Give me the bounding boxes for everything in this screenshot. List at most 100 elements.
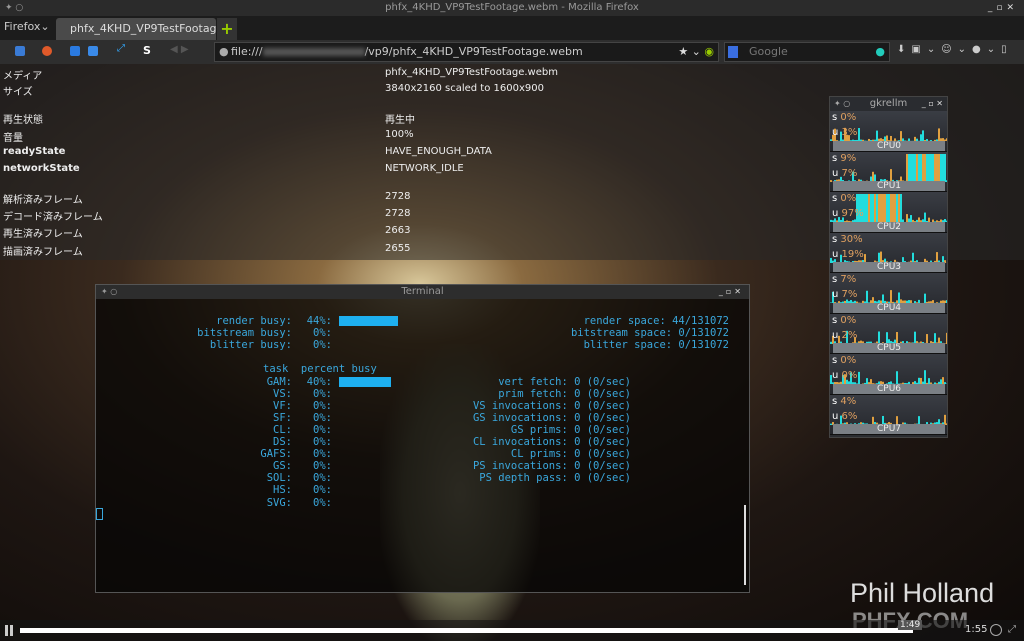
terminal-title: Terminal	[401, 286, 444, 297]
cpu-user-value: 2%	[841, 329, 858, 341]
cpu-graph-bar	[830, 139, 832, 141]
cpu-graph-bar	[874, 194, 876, 222]
space-line: blitter space: 0/131072	[583, 339, 729, 352]
cpu-graph-bar	[888, 194, 890, 222]
cpu-graph-bar	[932, 153, 934, 182]
task-pct: 0%:	[313, 399, 332, 412]
cpu-graph-bar	[882, 194, 884, 222]
stat-value: phfx_4KHD_VP9TestFootage.webm	[385, 67, 558, 78]
cpu-user-value: 7%	[841, 289, 858, 300]
search-icon[interactable]: ●	[875, 43, 885, 61]
new-tab-button[interactable]: +	[217, 18, 237, 40]
cpu-graph-bar	[830, 179, 832, 182]
busy-label: blitter busy:	[209, 339, 292, 352]
cpu-user-pct: u 97%	[832, 208, 864, 219]
cpu-graph-bar	[928, 153, 930, 182]
s-button[interactable]: S	[143, 44, 151, 57]
cpu-graph-bar	[912, 153, 914, 182]
terminal-window[interactable]: ✦ ○ Terminal _▫✕ render busy: 44%: bitstream…	[95, 284, 750, 593]
cpu-sys-pct: s 7%	[832, 274, 857, 285]
cpu-graph-bar	[922, 153, 924, 182]
cpu-graph-bar	[876, 130, 878, 141]
cpu-graph-bar	[938, 128, 940, 141]
cpu-graph-bar	[942, 153, 944, 182]
cpu-sys-pct: s 0%	[832, 355, 857, 366]
task-header: task percent busy	[263, 363, 377, 376]
cpu-graph-bar	[934, 153, 936, 182]
counter-line: GS prims: 0 (0/sec)	[510, 423, 631, 436]
cpu-user-value: 3%	[841, 127, 858, 138]
extension-icons[interactable]: ⬇▣⌄☺⌄●⌄▯	[897, 44, 1013, 55]
cpu-graph-bar	[908, 153, 910, 182]
cpu-user-pct: u 19%	[832, 248, 864, 260]
cpu-sys-value: 0%	[840, 112, 857, 123]
window-menu-icons[interactable]: ✦ ○	[5, 0, 23, 16]
gkrellm-controls[interactable]: _ ▫ ✕	[922, 97, 943, 111]
bookmarks-icon[interactable]	[15, 46, 25, 56]
home-icon[interactable]	[42, 46, 52, 56]
cpu-graph-bar	[878, 194, 880, 222]
cpu-graph-bar	[896, 331, 898, 344]
stat-label: 描画済みフレーム	[3, 247, 83, 258]
fullscreen-icon[interactable]: ⤢	[1008, 624, 1016, 635]
cpu-graph-bar	[886, 331, 888, 344]
cpu-graph-bar	[940, 153, 942, 182]
bookmark-star-icon[interactable]: ★ ⌄ ◉	[678, 43, 714, 61]
task-bar	[339, 376, 391, 387]
stat-label: サイズ	[3, 87, 33, 98]
cpu-graph-bar	[924, 370, 926, 384]
cpu-graph-bar	[946, 332, 947, 344]
cpu-panel: s 0% u 0% CPU6	[830, 354, 947, 395]
stat-value: 2655	[385, 243, 411, 254]
counter-line: PS invocations: 0 (0/sec)	[472, 460, 631, 473]
terminal-scrollbar[interactable]	[744, 505, 746, 585]
cpu-user-pct: u 7%	[832, 167, 858, 179]
cpu-graph-bar	[884, 194, 886, 222]
stat-value: 2728	[385, 191, 411, 202]
google-icon[interactable]	[728, 46, 738, 58]
window-controls[interactable]: _▫✕	[988, 0, 1018, 16]
space-line: render space: 44/131072	[583, 315, 729, 327]
progress-bar[interactable]	[20, 628, 913, 633]
cpu-label: CPU1	[833, 181, 945, 191]
task-label: CL:	[273, 423, 292, 436]
cpu-graph-bar	[896, 194, 898, 222]
cpu-sys-value: 0%	[840, 193, 857, 204]
terminal-controls[interactable]: _▫✕	[719, 285, 744, 299]
busy-label: render busy:	[216, 315, 292, 327]
settings-icon[interactable]	[88, 46, 98, 56]
cpu-graph-bar	[890, 194, 892, 222]
cpu-graph-bar	[898, 194, 900, 222]
back-forward-buttons[interactable]: ◀ ▶	[170, 44, 189, 55]
cpu-user-value: 7%	[841, 167, 858, 179]
firefox-menu-button[interactable]: Firefox⌄	[4, 20, 50, 33]
url-bar[interactable]: ● file:/// /vp9/phfx_4KHD_VP9TestFootage.…	[214, 42, 719, 62]
cpu-sys-pct: s 0%	[832, 314, 857, 326]
cpu-sys-value: 4%	[840, 395, 857, 407]
cpu-sys-value: 0%	[840, 355, 857, 366]
stat-value: 再生中	[385, 115, 415, 126]
tab-active[interactable]: phfx_4KHD_VP9TestFootage...	[56, 18, 216, 40]
url-suffix: /vp9/phfx_4KHD_VP9TestFootage.webm	[364, 45, 583, 58]
cpu-panel: s 0% u 3% CPU0	[830, 111, 947, 152]
stat-label: デコード済みフレーム	[3, 212, 103, 223]
search-box[interactable]: Google ●	[724, 42, 890, 62]
addon-icon[interactable]	[70, 46, 80, 56]
counter-line: CL invocations: 0 (0/sec)	[472, 436, 631, 448]
task-label: SF:	[273, 411, 292, 424]
busy-bar	[339, 316, 398, 326]
task-pct: 0%:	[313, 411, 332, 424]
cpu-label: CPU6	[833, 383, 945, 394]
cpu-graph-bar	[872, 171, 874, 182]
cpu-graph-bar	[924, 153, 926, 182]
pause-button[interactable]	[5, 625, 13, 636]
counter-line: VS invocations: 0 (0/sec)	[472, 399, 631, 412]
task-label: SOL:	[266, 472, 292, 485]
counter-line: PS depth pass: 0 (0/sec)	[479, 472, 631, 485]
fullscreen-icon[interactable]: ⤢	[117, 43, 127, 54]
cpu-graph-bar	[870, 194, 872, 222]
cpu-graph-bar	[946, 138, 947, 141]
mute-icon[interactable]	[990, 624, 1002, 636]
cpu-graph-bar	[926, 333, 928, 344]
task-pct: 0%:	[313, 448, 332, 461]
